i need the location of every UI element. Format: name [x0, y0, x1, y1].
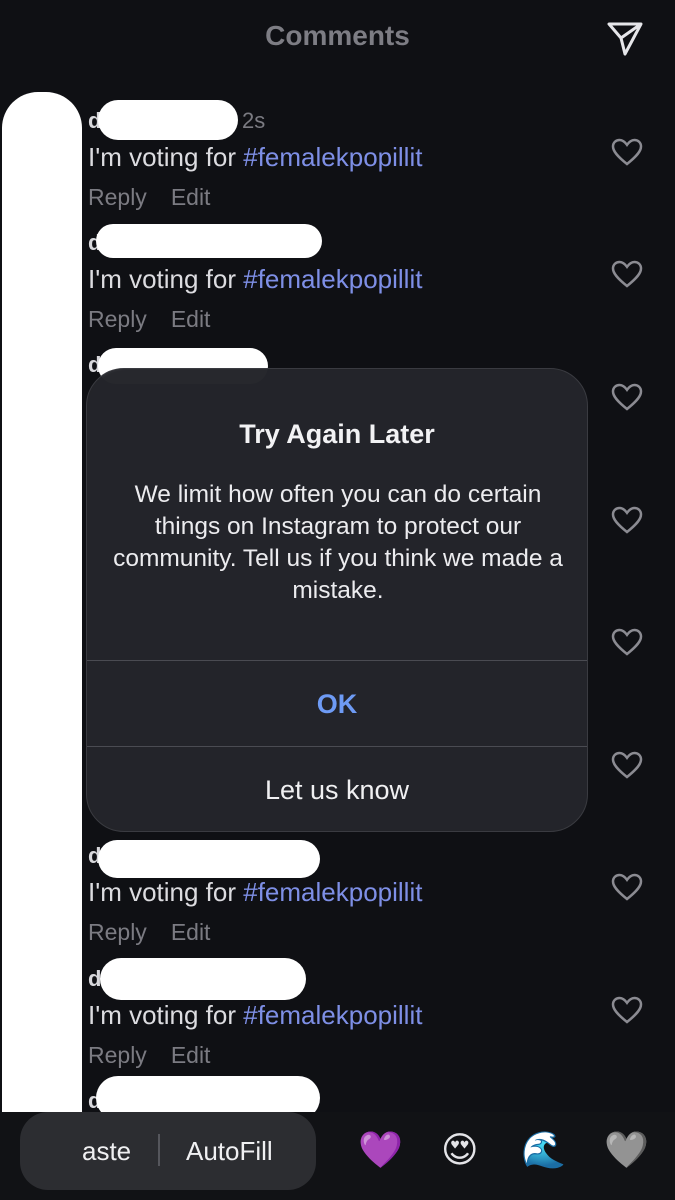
wave-emoji[interactable]: 🌊 — [521, 1128, 566, 1172]
comment-actions: Reply Edit — [88, 1042, 234, 1069]
comment-hashtag[interactable]: #femalekpopillit — [243, 1000, 422, 1030]
like-heart-icon[interactable] — [611, 138, 643, 166]
redaction-mark — [100, 958, 306, 1000]
edit-button[interactable]: Edit — [171, 919, 211, 945]
comment-hashtag[interactable]: #femalekpopillit — [243, 142, 422, 172]
ok-button[interactable]: OK — [87, 661, 587, 747]
comment-actions: Reply Edit — [88, 919, 234, 946]
comment-hashtag[interactable]: #femalekpopillit — [243, 877, 422, 907]
like-heart-icon[interactable] — [611, 996, 643, 1024]
comment-text: I'm voting for #femalekpopillit — [88, 1000, 423, 1030]
edit-button[interactable]: Edit — [171, 306, 211, 332]
like-heart-icon[interactable] — [611, 628, 643, 656]
comment-actions: Reply Edit — [88, 184, 234, 211]
let-us-know-button[interactable]: Let us know — [87, 747, 587, 831]
redaction-mark — [2, 92, 82, 1192]
grey-heart-emoji[interactable]: 🩶 — [604, 1128, 649, 1172]
heart-eyes-emoji[interactable]: 😍 — [441, 1128, 479, 1172]
redaction-mark — [98, 840, 320, 878]
rate-limit-alert: Try Again Later We limit how often you c… — [86, 368, 588, 832]
comment-actions: Reply Edit — [88, 306, 234, 333]
reply-button[interactable]: Reply — [88, 919, 147, 945]
comment-text: I'm voting for #femalekpopillit — [88, 264, 423, 294]
alert-message: We limit how often you can do certain th… — [113, 481, 563, 604]
reply-button[interactable]: Reply — [88, 184, 147, 210]
reply-button[interactable]: Reply — [88, 1042, 147, 1068]
autofill-button[interactable]: AutoFill — [186, 1136, 273, 1167]
redaction-mark — [98, 100, 238, 140]
like-heart-icon[interactable] — [611, 260, 643, 288]
comment-text: I'm voting for #femalekpopillit — [88, 877, 423, 907]
like-heart-icon[interactable] — [611, 873, 643, 901]
redaction-mark — [96, 224, 322, 258]
purple-heart-emoji[interactable]: 💜 — [358, 1128, 403, 1172]
suggestion-separator — [158, 1134, 160, 1166]
comment-hashtag[interactable]: #femalekpopillit — [243, 264, 422, 294]
edit-button[interactable]: Edit — [171, 184, 211, 210]
reply-button[interactable]: Reply — [88, 306, 147, 332]
like-heart-icon[interactable] — [611, 506, 643, 534]
paste-button[interactable]: aste — [82, 1136, 131, 1167]
alert-title: Try Again Later — [239, 419, 435, 449]
comment-text: I'm voting for #femalekpopillit — [88, 142, 423, 172]
like-heart-icon[interactable] — [611, 751, 643, 779]
comment-timestamp: 2s — [242, 108, 266, 133]
like-heart-icon[interactable] — [611, 383, 643, 411]
edit-button[interactable]: Edit — [171, 1042, 211, 1068]
